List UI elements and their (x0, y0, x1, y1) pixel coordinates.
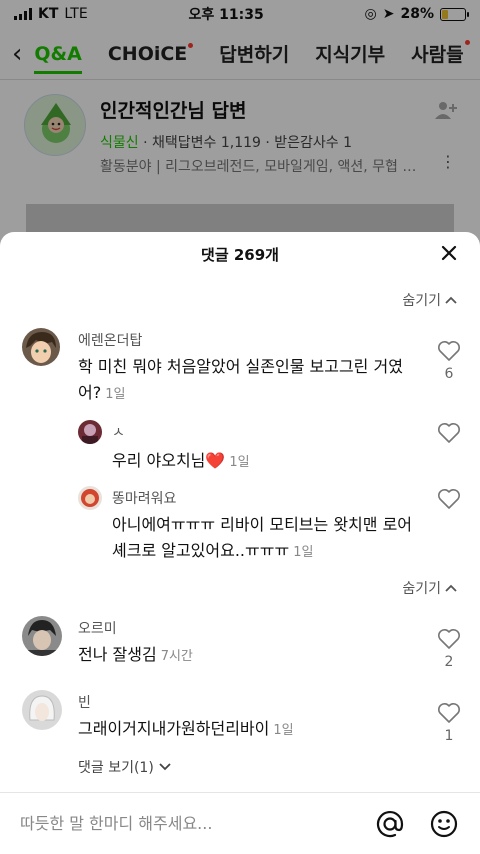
sheet-title: 댓글 269개 (201, 246, 279, 264)
like-count: 1 (444, 728, 454, 744)
heart-icon (438, 341, 460, 361)
comment-time: 7시간 (160, 649, 193, 664)
emoji-button[interactable] (428, 808, 460, 840)
comment-body: 우리 야오치님❤️ (112, 451, 226, 470)
like-button[interactable]: 6 (436, 340, 462, 382)
hide-replies-button[interactable]: 숨기기 (402, 578, 458, 598)
hide-replies-button[interactable]: 숨기기 (402, 290, 458, 310)
chevron-up-icon (445, 584, 457, 592)
close-icon (441, 245, 457, 261)
like-button[interactable]: 1 (436, 702, 462, 744)
heart-icon (438, 703, 460, 723)
heart-icon (438, 423, 460, 443)
comment-author[interactable]: 오르미 (78, 618, 117, 638)
comment-text: 아니에여ㅠㅠㅠ 리바이 모티브는 왓치맨 로어셰크로 알고있어요..ㅠㅠㅠ 1일 (112, 512, 422, 566)
like-count: 6 (444, 366, 454, 382)
hide-label: 숨기기 (402, 293, 441, 309)
comment-body: 학 미친 뭐야 처음알았어 실존인물 보고그린 거였어? (78, 357, 403, 402)
chevron-up-icon (445, 296, 457, 304)
smiley-icon (430, 810, 458, 837)
view-replies-button[interactable]: 댓글 보기(1) (78, 757, 172, 777)
comment-body: 전나 잘생김 (78, 645, 157, 664)
avatar[interactable] (22, 690, 62, 730)
comment-text: 그래이거지내가원하던리바이 1일 (78, 716, 418, 744)
comment-author[interactable]: ㅅ (112, 422, 125, 442)
avatar[interactable] (22, 328, 60, 366)
comment-input-bar (0, 792, 480, 854)
heart-icon (438, 489, 460, 509)
comment-input[interactable] (20, 814, 352, 833)
like-button[interactable]: 2 (436, 628, 462, 670)
comment-text: 전나 잘생김 7시간 (78, 642, 418, 670)
at-icon (376, 810, 404, 837)
comment-time: 1일 (293, 545, 314, 560)
comment-author[interactable]: 빈 (78, 692, 91, 712)
avatar[interactable] (22, 616, 62, 656)
comment-body: 그래이거지내가원하던리바이 (78, 719, 270, 738)
close-button[interactable] (438, 242, 460, 264)
avatar[interactable] (78, 486, 102, 510)
like-button[interactable] (436, 488, 462, 510)
comment-text: 우리 야오치님❤️ 1일 (112, 448, 412, 476)
comment-time: 1일 (229, 455, 250, 470)
comments-sheet: 댓글 269개 숨기기 에렌온더탑 학 미친 뭐야 처음알았어 실존인물 보고그… (0, 232, 480, 854)
comment-time: 1일 (273, 723, 294, 738)
comment-text: 학 미친 뭐야 처음알았어 실존인물 보고그린 거였어? 1일 (78, 354, 418, 408)
chevron-down-icon (159, 763, 171, 771)
comment-author[interactable]: 에렌온더탑 (78, 330, 142, 350)
comment-time: 1일 (105, 387, 126, 402)
comment-author[interactable]: 똥마려워요 (112, 488, 176, 508)
like-button[interactable] (436, 422, 462, 444)
mention-button[interactable] (374, 808, 406, 840)
avatar[interactable] (78, 420, 102, 444)
hide-label: 숨기기 (402, 581, 441, 597)
comment-body: 아니에여ㅠㅠㅠ 리바이 모티브는 왓치맨 로어셰크로 알고있어요..ㅠㅠㅠ (112, 515, 413, 560)
heart-icon (438, 629, 460, 649)
view-replies-label: 댓글 보기(1) (78, 760, 154, 776)
like-count: 2 (444, 654, 454, 670)
